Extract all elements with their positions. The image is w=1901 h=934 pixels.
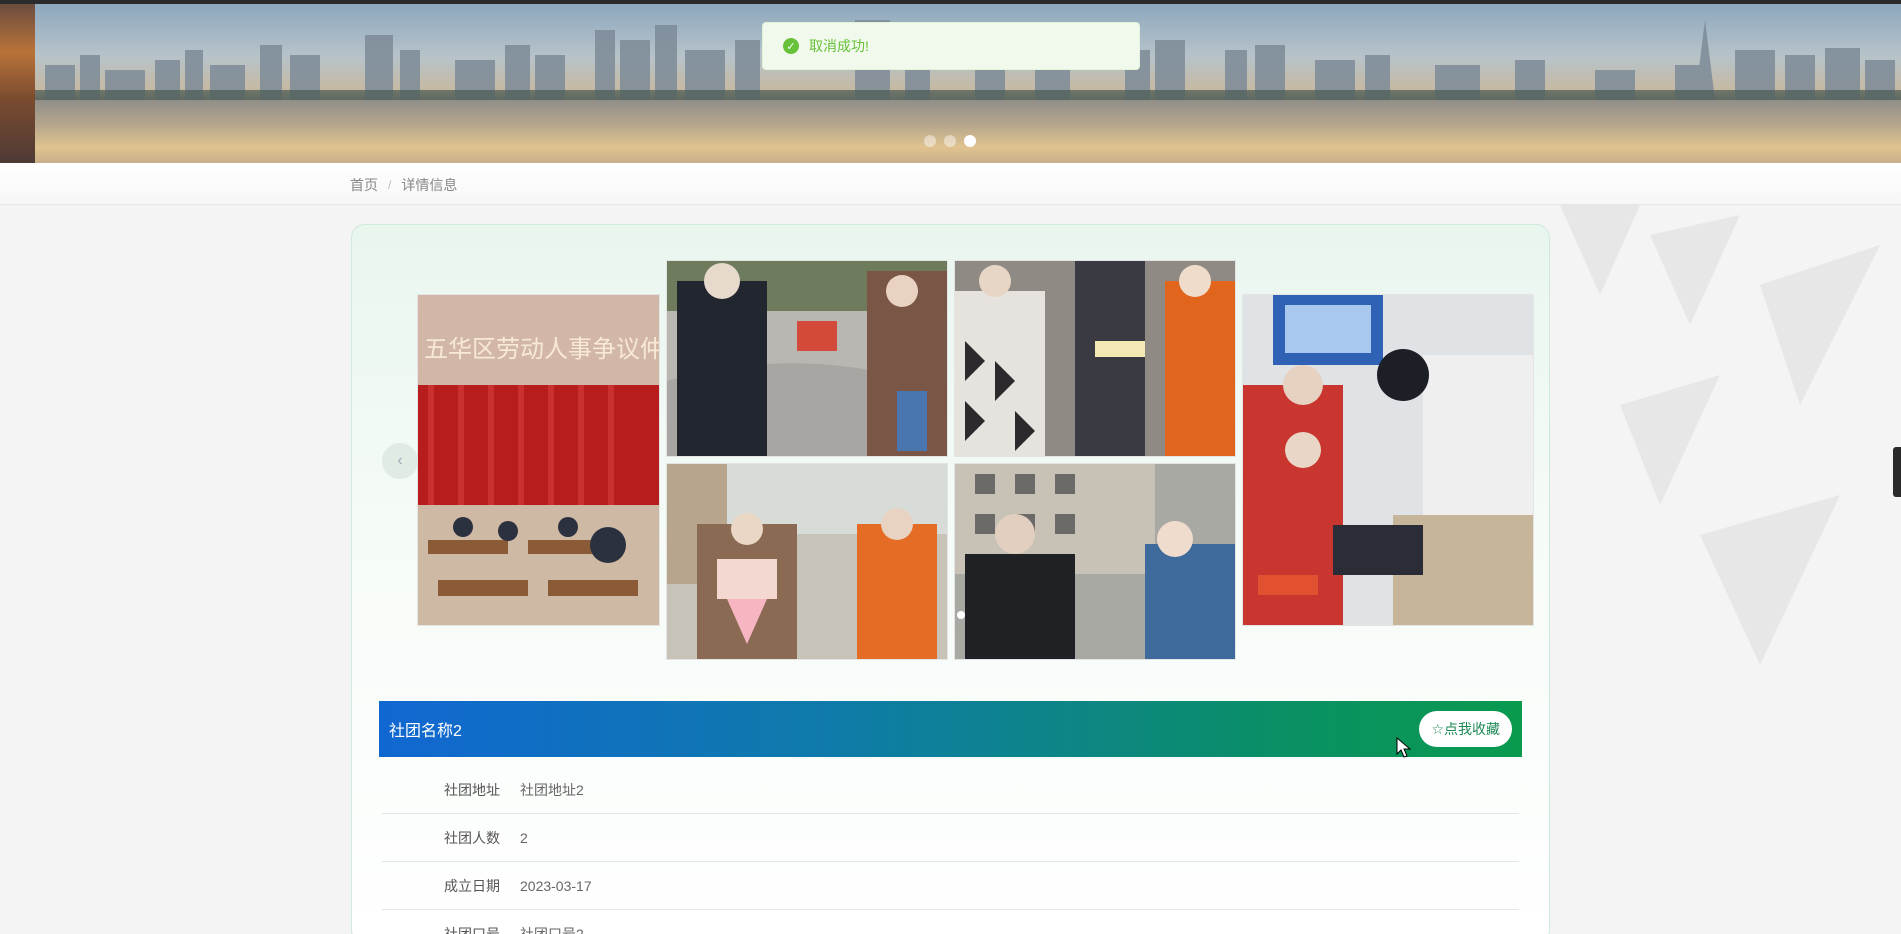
meeting-hall-illustration: 五华区劳动人事争议仲裁 bbox=[418, 295, 660, 625]
banner-dot[interactable] bbox=[924, 135, 936, 147]
photo-carousel: ‹ › 五华区劳动人事争议仲裁 bbox=[351, 260, 1550, 664]
breadcrumb-current: 详情信息 bbox=[401, 177, 458, 193]
volunteers-handing-flyers-4[interactable] bbox=[954, 463, 1236, 660]
check-circle-icon: ✓ bbox=[783, 38, 799, 54]
club-title: 社团名称2 bbox=[389, 723, 462, 740]
banner-dot[interactable] bbox=[944, 135, 956, 147]
banner-text: 五华区劳动人事争议仲裁 bbox=[424, 335, 660, 363]
carousel-prev-button[interactable]: ‹ bbox=[382, 443, 418, 479]
row-value: 2023-03-17 bbox=[520, 877, 592, 894]
success-toast: ✓ 取消成功! bbox=[762, 22, 1140, 70]
row-label: 社团地址 bbox=[444, 781, 500, 798]
mouse-cursor-icon bbox=[1396, 737, 1412, 758]
breadcrumb: 首页 / 详情信息 bbox=[350, 175, 457, 195]
toast-message: 取消成功! bbox=[809, 38, 869, 54]
outdoor-scene-illustration bbox=[667, 261, 947, 456]
detail-table: 社团地址 社团地址2 社团人数 2 成立日期 2023-03-17 社团口号 社… bbox=[382, 766, 1519, 934]
row-value: 社团口号2 bbox=[520, 925, 584, 934]
outdoor-scene-illustration bbox=[955, 464, 1235, 659]
row-value: 社团地址2 bbox=[520, 781, 584, 798]
indoor-scene-illustration bbox=[1243, 295, 1533, 625]
detail-row-members: 社团人数 2 bbox=[382, 814, 1519, 862]
favorite-button[interactable]: ☆点我收藏 bbox=[1419, 711, 1512, 747]
volunteers-handing-flyers-1[interactable] bbox=[666, 260, 948, 457]
outdoor-scene-illustration bbox=[667, 464, 947, 659]
detail-row-founded: 成立日期 2023-03-17 bbox=[382, 862, 1519, 910]
meeting-hall-photo[interactable]: 五华区劳动人事争议仲裁 bbox=[417, 294, 660, 626]
volunteers-handing-flyers-3[interactable] bbox=[666, 463, 948, 660]
outdoor-scene-illustration bbox=[955, 261, 1235, 456]
detail-row-address: 社团地址 社团地址2 bbox=[382, 766, 1519, 814]
row-label: 成立日期 bbox=[444, 877, 500, 894]
banner-dot-active[interactable] bbox=[964, 135, 976, 147]
club-title-bar: 社团名称2 ☆点我收藏 bbox=[379, 701, 1522, 757]
row-label: 社团人数 bbox=[444, 829, 500, 846]
breadcrumb-bar: 首页 / 详情信息 bbox=[0, 163, 1901, 205]
side-scroll-tab[interactable] bbox=[1893, 447, 1901, 497]
registration-desk-photo[interactable] bbox=[1242, 294, 1534, 626]
row-value: 2 bbox=[520, 829, 528, 846]
banner-pagination bbox=[924, 135, 976, 147]
breadcrumb-home[interactable]: 首页 bbox=[350, 175, 378, 195]
favorite-label: ☆点我收藏 bbox=[1431, 721, 1500, 737]
banner-left-strip bbox=[0, 4, 35, 163]
river-water bbox=[35, 100, 1901, 163]
breadcrumb-separator: / bbox=[388, 178, 392, 192]
row-label: 社团口号 bbox=[444, 925, 500, 934]
volunteers-handing-flyers-2[interactable] bbox=[954, 260, 1236, 457]
detail-row-slogan: 社团口号 社团口号2 bbox=[382, 910, 1519, 934]
top-line bbox=[0, 0, 1901, 4]
